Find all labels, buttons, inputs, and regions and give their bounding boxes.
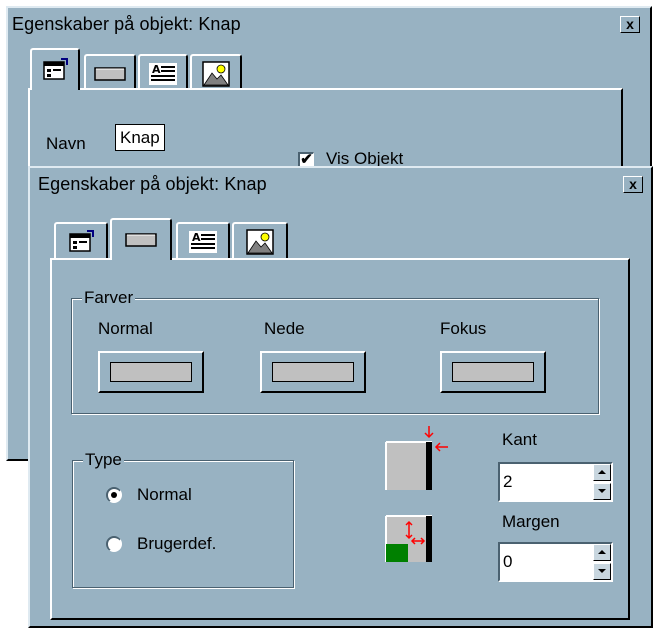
- name-label: Navn: [46, 134, 86, 153]
- type-group: Type Normal Brugerdef.: [72, 450, 294, 588]
- type-custom-radio[interactable]: [106, 536, 122, 552]
- picture-icon: [202, 61, 230, 87]
- type-normal-radio[interactable]: [106, 487, 122, 503]
- text-align-icon: A: [189, 231, 217, 253]
- tab-panel: Farver Normal Nede Fokus Type Normal Bru…: [50, 258, 630, 620]
- close-icon: x: [629, 176, 637, 192]
- text-align-icon: A: [149, 63, 177, 85]
- name-tooltip: Knap: [115, 124, 165, 151]
- normal-color-label: Normal: [98, 319, 153, 338]
- normal-color-button[interactable]: [98, 351, 204, 393]
- margin-spin-down-button[interactable]: [593, 563, 611, 580]
- close-icon: x: [626, 16, 634, 32]
- margin-spinner[interactable]: 0: [498, 542, 613, 582]
- picture-icon: [246, 229, 274, 255]
- tab-text[interactable]: A: [176, 222, 230, 260]
- down-color-swatch: [272, 362, 354, 382]
- tab-general[interactable]: [54, 222, 108, 260]
- border-value[interactable]: 2: [503, 472, 512, 492]
- back-close-button[interactable]: x: [620, 16, 640, 33]
- type-normal-label: Normal: [137, 485, 192, 504]
- button-icon: [125, 233, 157, 247]
- button-icon: [94, 67, 126, 81]
- name-value: Knap: [120, 128, 160, 147]
- border-spin-down-button[interactable]: [593, 483, 611, 500]
- front-close-button[interactable]: x: [623, 176, 643, 193]
- properties-icon: [43, 58, 68, 80]
- type-custom-label: Brugerdef.: [137, 534, 217, 553]
- type-group-label: Type: [83, 450, 124, 470]
- properties-icon: [69, 230, 94, 252]
- margin-value[interactable]: 0: [503, 552, 512, 572]
- border-label: Kant: [502, 430, 537, 449]
- margin-spin-up-button[interactable]: [593, 544, 611, 561]
- front-titlebar[interactable]: Egenskaber på objekt: Knap x: [30, 168, 651, 202]
- back-tab-general[interactable]: [30, 48, 80, 90]
- svg-text:A: A: [192, 231, 201, 244]
- back-window-title: Egenskaber på objekt: Knap: [12, 14, 241, 34]
- tab-button[interactable]: [110, 218, 172, 260]
- focus-color-swatch: [452, 362, 534, 382]
- down-color-label: Nede: [264, 319, 305, 338]
- back-tab-text[interactable]: A: [138, 54, 188, 92]
- svg-text:A: A: [152, 63, 161, 76]
- radio-selected-dot: [111, 492, 117, 498]
- border-preview-icon: [385, 426, 448, 490]
- margin-label: Margen: [502, 512, 560, 531]
- border-spin-up-button[interactable]: [593, 464, 611, 481]
- border-spinner[interactable]: 2: [498, 462, 613, 502]
- back-titlebar[interactable]: Egenskaber på objekt: Knap x: [8, 8, 650, 42]
- tab-picture[interactable]: [232, 222, 288, 260]
- down-color-button[interactable]: [260, 351, 366, 393]
- back-tab-button[interactable]: [84, 54, 136, 92]
- margin-preview-icon: [385, 515, 432, 562]
- front-window-title: Egenskaber på objekt: Knap: [38, 174, 267, 194]
- front-window: Egenskaber på objekt: Knap x A Farver No…: [28, 166, 653, 628]
- focus-color-button[interactable]: [440, 351, 546, 393]
- colors-group: Farver Normal Nede Fokus: [71, 288, 599, 414]
- back-tab-picture[interactable]: [190, 54, 242, 92]
- colors-group-label: Farver: [82, 288, 136, 308]
- normal-color-swatch: [110, 362, 192, 382]
- focus-color-label: Fokus: [440, 319, 487, 338]
